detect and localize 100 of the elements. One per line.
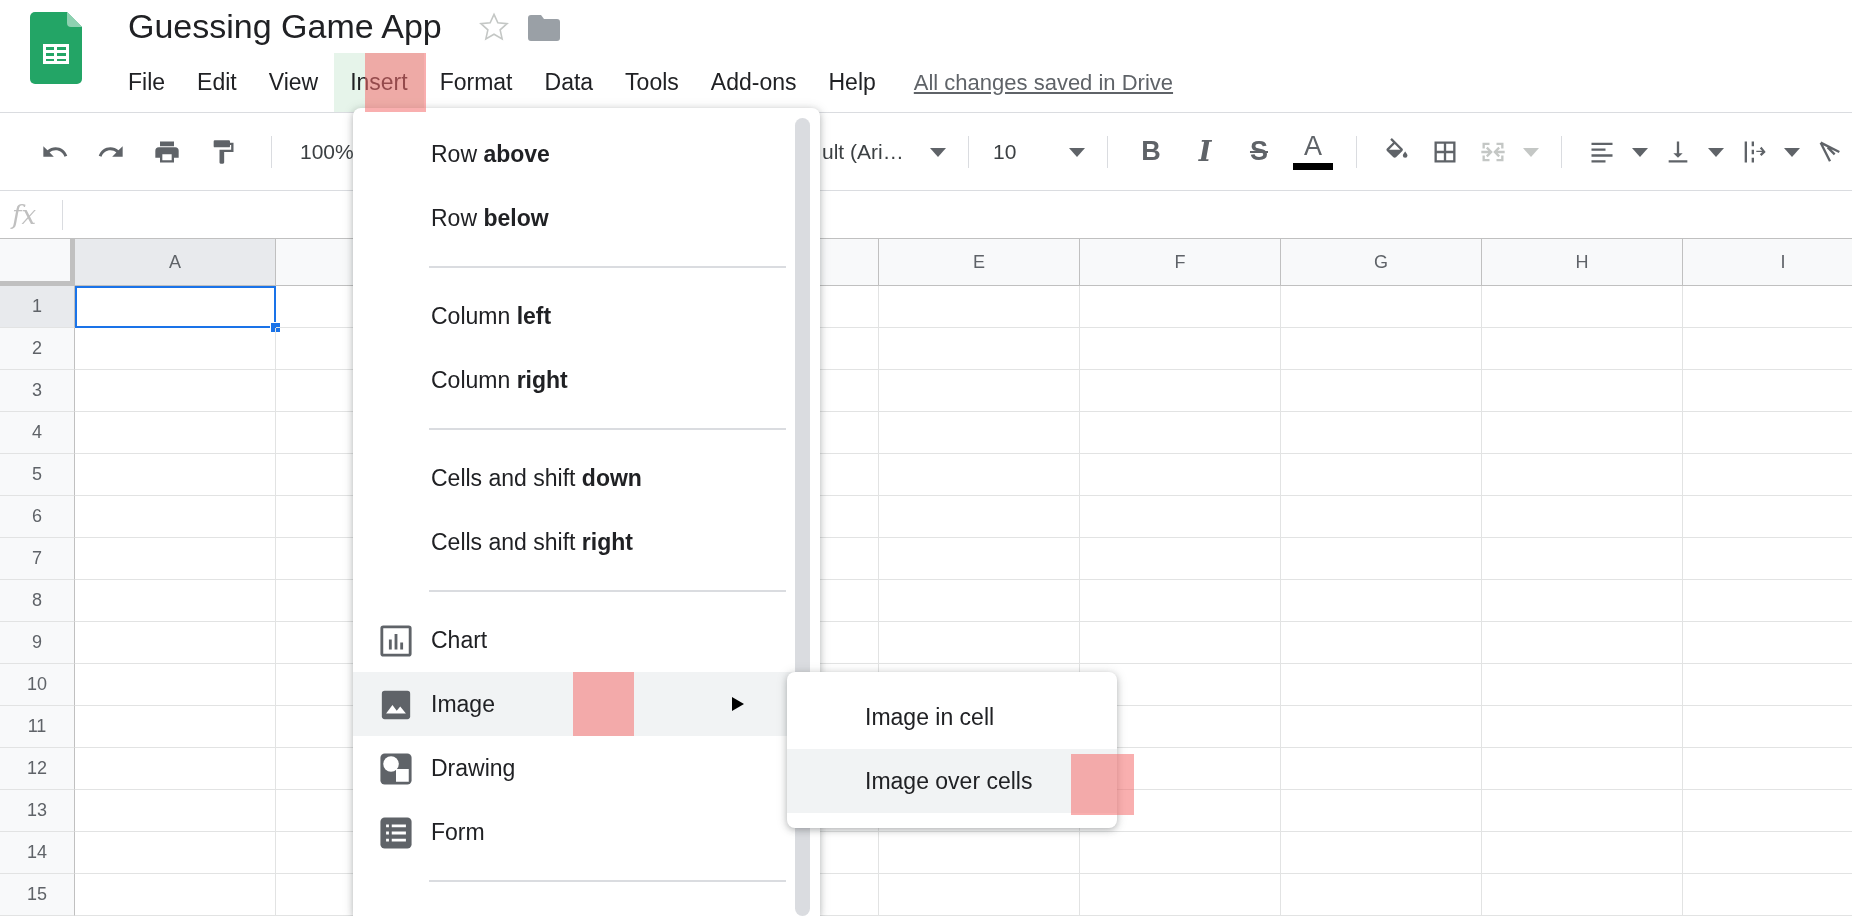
menu-option[interactable]: Row below: [353, 186, 820, 250]
grid-cell[interactable]: [1482, 622, 1683, 664]
row-header[interactable]: 14: [0, 832, 75, 874]
grid-cell[interactable]: [1080, 874, 1281, 916]
grid-cell[interactable]: [75, 748, 276, 790]
grid-cell[interactable]: [879, 538, 1080, 580]
grid-cell[interactable]: [1281, 790, 1482, 832]
row-header[interactable]: 3: [0, 370, 75, 412]
menu-item[interactable]: Help: [812, 53, 892, 112]
grid-cell[interactable]: [879, 832, 1080, 874]
grid-cell[interactable]: [1482, 538, 1683, 580]
text-color-button[interactable]: A: [1293, 128, 1333, 175]
grid-cell[interactable]: [1482, 496, 1683, 538]
menu-option[interactable]: Column left: [353, 284, 820, 348]
spreadsheet-logo-icon[interactable]: [30, 12, 82, 84]
column-header[interactable]: I: [1683, 239, 1852, 286]
grid-cell[interactable]: [75, 454, 276, 496]
row-header[interactable]: 13: [0, 790, 75, 832]
menu-item[interactable]: Edit: [181, 53, 253, 112]
bold-button[interactable]: B: [1131, 131, 1171, 172]
grid-cell[interactable]: [879, 580, 1080, 622]
grid-cell[interactable]: [75, 622, 276, 664]
grid-cell[interactable]: [1080, 580, 1281, 622]
grid-cell[interactable]: [879, 622, 1080, 664]
grid-cell[interactable]: [1281, 454, 1482, 496]
grid-cell[interactable]: [879, 454, 1080, 496]
grid-cell[interactable]: [75, 706, 276, 748]
grid-cell[interactable]: [1281, 412, 1482, 454]
grid-cell[interactable]: [75, 412, 276, 454]
grid-cell[interactable]: [879, 286, 1080, 328]
grid-cell[interactable]: [1482, 370, 1683, 412]
row-header[interactable]: 6: [0, 496, 75, 538]
grid-cell[interactable]: [1080, 496, 1281, 538]
row-header[interactable]: 5: [0, 454, 75, 496]
grid-cell[interactable]: [75, 370, 276, 412]
row-header[interactable]: 12: [0, 748, 75, 790]
column-header[interactable]: H: [1482, 239, 1683, 286]
zoom-dropdown[interactable]: 100%: [300, 139, 354, 164]
grid-cell[interactable]: [75, 664, 276, 706]
row-header[interactable]: 7: [0, 538, 75, 580]
caret-icon[interactable]: [1067, 145, 1087, 158]
grid-cell[interactable]: [1482, 874, 1683, 916]
grid-cell[interactable]: [879, 496, 1080, 538]
grid-cell[interactable]: [1482, 790, 1683, 832]
grid-cell[interactable]: [1482, 664, 1683, 706]
grid-cell[interactable]: [1482, 580, 1683, 622]
grid-cell[interactable]: [1281, 580, 1482, 622]
grid-cell[interactable]: [1281, 832, 1482, 874]
menu-item[interactable]: Data: [528, 53, 610, 112]
caret-icon[interactable]: [1706, 145, 1726, 158]
grid-cell[interactable]: [1281, 328, 1482, 370]
grid-cell[interactable]: [1080, 412, 1281, 454]
caret-icon[interactable]: [1630, 145, 1650, 158]
grid-cell[interactable]: [1281, 622, 1482, 664]
grid-cell[interactable]: [1482, 832, 1683, 874]
menu-item[interactable]: File: [112, 53, 182, 112]
row-header[interactable]: 10: [0, 664, 75, 706]
grid-cell[interactable]: [879, 412, 1080, 454]
font-dropdown[interactable]: ult (Ari…: [822, 139, 914, 164]
column-header[interactable]: E: [879, 239, 1080, 286]
grid-cell[interactable]: [1482, 454, 1683, 496]
grid-cell[interactable]: [1281, 286, 1482, 328]
menu-option[interactable]: Image over cells: [787, 749, 1117, 813]
row-header[interactable]: 4: [0, 412, 75, 454]
row-header[interactable]: 9: [0, 622, 75, 664]
grid-cell[interactable]: [75, 790, 276, 832]
menu-option[interactable]: Cells and shift down: [353, 446, 820, 510]
save-status-link[interactable]: All changes saved in Drive: [913, 53, 1174, 112]
grid-cell[interactable]: [879, 370, 1080, 412]
row-header[interactable]: 15: [0, 874, 75, 916]
grid-cell[interactable]: [879, 328, 1080, 370]
caret-icon[interactable]: [928, 145, 948, 158]
grid-cell[interactable]: [1482, 706, 1683, 748]
grid-cell[interactable]: [75, 538, 276, 580]
grid-cell[interactable]: [1281, 706, 1482, 748]
grid-cell[interactable]: [1281, 664, 1482, 706]
grid-cell[interactable]: [75, 832, 276, 874]
row-header[interactable]: 8: [0, 580, 75, 622]
menu-option[interactable]: Chart: [353, 608, 820, 672]
grid-cell[interactable]: [1080, 622, 1281, 664]
folder-icon[interactable]: [527, 12, 560, 41]
grid-cell[interactable]: [75, 496, 276, 538]
star-icon[interactable]: [477, 10, 510, 43]
grid-cell[interactable]: [1281, 496, 1482, 538]
grid-cell[interactable]: [1281, 538, 1482, 580]
menu-item[interactable]: View: [252, 53, 335, 112]
column-header[interactable]: G: [1281, 239, 1482, 286]
column-header[interactable]: A: [75, 239, 276, 286]
grid-cell[interactable]: [75, 328, 276, 370]
select-all-corner[interactable]: [0, 239, 75, 286]
grid-cell[interactable]: [1080, 286, 1281, 328]
grid-cell[interactable]: [1080, 454, 1281, 496]
document-title[interactable]: Guessing Game App: [128, 7, 442, 46]
grid-cell[interactable]: [1080, 370, 1281, 412]
grid-cell[interactable]: [75, 580, 276, 622]
grid-cell[interactable]: [1080, 832, 1281, 874]
menu-option[interactable]: Cells and shift right: [353, 510, 820, 574]
grid-cell[interactable]: [1482, 286, 1683, 328]
menu-item[interactable]: Format: [423, 53, 529, 112]
grid-cell[interactable]: [1482, 328, 1683, 370]
